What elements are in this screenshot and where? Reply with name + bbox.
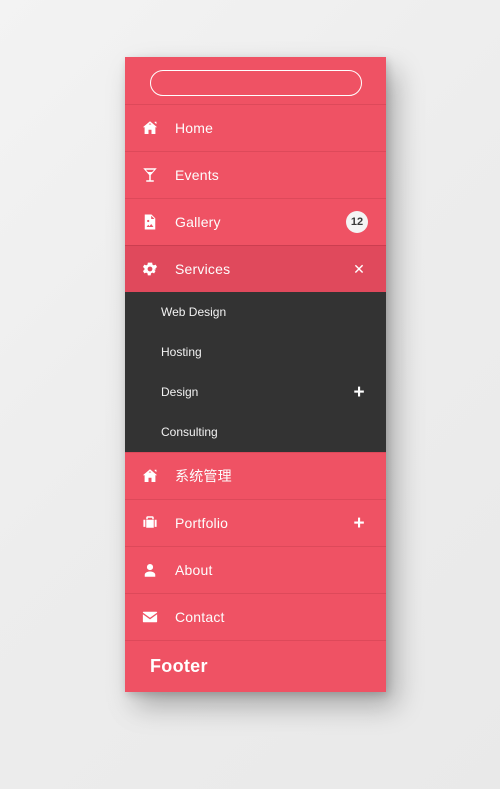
sidebar-item-services[interactable]: Services ✕ [125,245,386,292]
expand-plus-icon[interactable]: + [351,514,367,533]
submenu-services: Web Design Hosting Design + Consulting [125,292,386,452]
sidebar-item-label: Portfolio [175,515,229,531]
footer-label: Footer [150,656,208,676]
home-icon [125,119,175,137]
menu-list-bottom: 系统管理 Portfolio + About Contact [125,452,386,640]
submenu-item-label: Consulting [161,425,218,439]
gear-icon [125,260,175,278]
sidebar-item-label: Services [175,261,231,277]
envelope-icon [125,608,175,626]
submenu-item-hosting[interactable]: Hosting [125,332,386,372]
sidebar-item-events[interactable]: Events [125,151,386,198]
menu-list-top: Home Events Gallery 12 Services ✕ [125,104,386,292]
search-area [125,57,386,104]
notification-badge: 12 [346,211,368,233]
user-icon [125,561,175,579]
sidebar-item-label: Home [175,120,214,136]
sidebar-item-contact[interactable]: Contact [125,593,386,640]
sidebar-item-label: About [175,562,213,578]
sidebar-item-portfolio[interactable]: Portfolio + [125,499,386,546]
sidebar-item-about[interactable]: About [125,546,386,593]
sidebar-item-label: Gallery [175,214,221,230]
sidebar-item-gallery[interactable]: Gallery 12 [125,198,386,245]
briefcase-icon [125,514,175,532]
sidebar-item-系统管理[interactable]: 系统管理 [125,452,386,499]
submenu-item-label: Hosting [161,345,202,359]
sidebar-item-home[interactable]: Home [125,104,386,151]
close-icon[interactable]: ✕ [351,261,367,277]
cocktail-icon [125,166,175,184]
home-icon [125,467,175,485]
sidebar-panel: Home Events Gallery 12 Services ✕ Web Design H… [125,57,386,692]
submenu-item-label: Design [161,385,199,399]
expand-plus-icon[interactable]: + [351,383,367,402]
submenu-item-label: Web Design [161,305,227,319]
sidebar-item-label: Events [175,167,219,183]
sidebar-item-label: Contact [175,609,225,625]
submenu-item-design[interactable]: Design + [125,372,386,412]
sidebar-item-label: 系统管理 [175,469,232,485]
submenu-item-web-design[interactable]: Web Design [125,292,386,332]
search-input[interactable] [149,69,362,96]
image-file-icon [125,213,175,231]
submenu-item-consulting[interactable]: Consulting [125,412,386,452]
sidebar-footer: Footer [125,640,386,692]
